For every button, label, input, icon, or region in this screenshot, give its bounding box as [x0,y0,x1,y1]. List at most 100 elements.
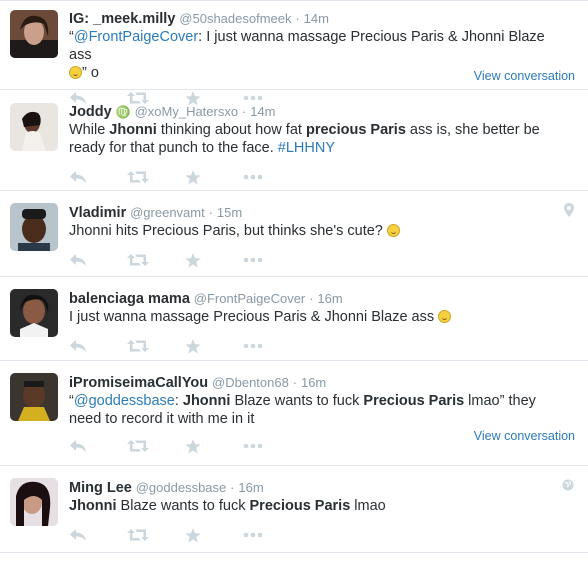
text-body: ” o [82,65,99,81]
reply-icon [70,254,86,266]
header-separator: · [292,375,298,390]
header-separator: · [241,104,247,119]
header-separator: · [230,480,235,495]
tweet-item[interactable]: Joddy ♍ @xoMy_Hatersxo · 14m While Jhonn… [0,90,588,191]
user-fullname[interactable]: iPromiseimaCallYou [69,375,208,391]
retweet-button[interactable] [127,170,185,184]
reply-icon [70,440,86,452]
more-button[interactable] [243,343,301,349]
user-fullname[interactable]: Ming Lee [69,480,132,496]
highlight-term: Jhonni [182,393,231,409]
retweet-icon [127,440,149,452]
user-handle[interactable]: @FrontPaigeCover [194,291,305,306]
view-conversation-link[interactable]: View conversation [474,69,575,83]
reply-button[interactable] [69,528,127,542]
user-fullname[interactable]: balenciaga mama [69,291,190,307]
star-icon [185,338,201,353]
more-button[interactable] [243,443,301,449]
tweet-item[interactable]: balenciaga mama @FrontPaigeCover · 16m I… [0,277,588,361]
tweet-text: Jhonni Blaze wants to fuck Precious Pari… [69,497,572,515]
retweet-button[interactable] [127,253,185,267]
more-dots-icon [243,443,263,449]
tears-of-joy-emoji [386,224,400,237]
tweet-timestamp[interactable]: 14m [304,11,329,26]
text-body: : [174,393,183,409]
favorite-button[interactable] [185,438,243,454]
star-icon [185,527,201,542]
more-button[interactable] [243,257,301,263]
tweet-actions [69,167,572,187]
retweet-button[interactable] [127,339,185,353]
more-button[interactable] [243,174,301,180]
tweet-actions [69,525,572,545]
avatar[interactable] [10,203,58,251]
text-body: lmao [350,498,386,514]
avatar[interactable] [10,373,58,421]
avatar[interactable] [10,478,58,526]
text-body: Jhonni hits Precious Paris, but thinks s… [69,223,387,239]
highlight-term: Jhonni [109,122,157,138]
favorite-button[interactable] [185,169,243,185]
tweet-header: Vladimir @greenvamt · 15m [69,203,572,222]
user-handle[interactable]: @xoMy_Hatersxo [135,104,239,119]
tweet-header: Ming Lee @goddessbase · 16m [69,478,572,497]
user-handle[interactable]: @Dbenton68 [212,375,289,390]
more-dots-icon [243,174,263,180]
tweet-text: I just wanna massage Precious Paris & Jh… [69,308,572,326]
tweet-header: Joddy ♍ @xoMy_Hatersxo · 14m [69,102,572,121]
tweet-timestamp[interactable]: 16m [301,375,326,390]
text-body: Blaze wants to fuck [230,393,364,409]
text-body: Blaze wants to fuck [116,498,250,514]
favorite-button[interactable] [185,527,243,543]
hashtag-link[interactable]: #LHHNY [278,140,335,156]
favorite-button[interactable] [185,338,243,354]
tweet-timestamp[interactable]: 15m [217,205,242,220]
tweet-item[interactable]: Ming Lee @goddessbase · 16m Jhonni Blaze… [0,466,588,553]
more-button[interactable] [243,532,301,538]
header-separator: · [309,291,314,306]
user-handle[interactable]: @50shadesofmeek [179,11,291,26]
weary-face-emoji [438,310,452,323]
tweet-text: “@goddessbase: Jhonni Blaze wants to fuc… [69,392,572,428]
tweet-header: iPromiseimaCallYou @Dbenton68 · 16m [69,373,572,392]
tweet-timestamp[interactable]: 16m [317,291,342,306]
retweet-button[interactable] [127,528,185,542]
avatar[interactable] [10,289,58,337]
more-dots-icon [243,532,263,538]
tweet-timestamp[interactable]: 16m [238,480,263,495]
text-body: I just wanna massage Precious Paris & Jh… [69,309,439,325]
tweet-text: While Jhonni thinking about how fat prec… [69,121,572,157]
mention-link[interactable]: @goddessbase [74,393,175,409]
retweet-icon [127,254,149,266]
highlight-term: Jhonni [69,498,117,514]
avatar[interactable] [10,10,58,58]
tweet-item[interactable]: Vladimir @greenvamt · 15m Jhonni hits Pr… [0,191,588,277]
reply-button[interactable] [69,253,127,267]
tweet-header: IG: _meek.milly @50shadesofmeek · 14m [69,9,572,28]
mention-link[interactable]: @FrontPaigeCover [74,29,198,45]
user-fullname[interactable]: Joddy ♍ [69,104,131,120]
more-dots-icon [243,343,263,349]
user-handle[interactable]: @goddessbase [136,480,227,495]
view-conversation-link[interactable]: View conversation [474,429,575,443]
tweet-timestamp[interactable]: 14m [250,104,275,119]
user-fullname[interactable]: Vladimir [69,205,126,221]
reply-button[interactable] [69,339,127,353]
highlight-term: Precious Paris [363,393,465,409]
retweet-icon [127,340,149,352]
retweet-icon [127,171,149,183]
reply-button[interactable] [69,170,127,184]
tweet-item[interactable]: IG: _meek.milly @50shadesofmeek · 14m “@… [0,1,588,105]
highlight-term: precious Paris [305,122,406,138]
avatar[interactable] [10,103,58,151]
user-fullname[interactable]: IG: _meek.milly [69,11,175,27]
tweet-item[interactable]: iPromiseimaCallYou @Dbenton68 · 16m “@go… [0,361,588,466]
reply-button[interactable] [69,439,127,453]
retweet-button[interactable] [127,439,185,453]
tweet-timeline: IG: _meek.milly @50shadesofmeek · 14m “@… [0,0,588,553]
highlight-term: Precious Paris [249,498,351,514]
favorite-button[interactable] [185,252,243,268]
star-icon [185,252,201,267]
user-handle[interactable]: @greenvamt [130,205,205,220]
more-dots-icon [243,257,263,263]
